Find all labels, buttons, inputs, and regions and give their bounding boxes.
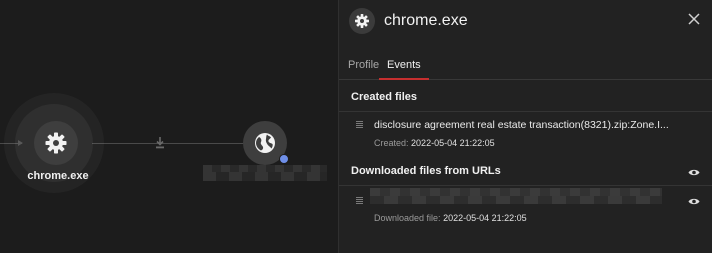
- redacted-url-label-overlay: [203, 172, 327, 181]
- panel-title: chrome.exe: [384, 12, 468, 29]
- downloaded-value: 2022-05-04 21:22:05: [443, 213, 527, 223]
- panel-header: chrome.exe: [339, 0, 712, 44]
- globe-icon: [255, 133, 275, 153]
- created-value: 2022-05-04 21:22:05: [411, 138, 495, 148]
- node-status-badge: [279, 154, 289, 164]
- download-icon: [156, 137, 164, 149]
- created-label: Created:: [374, 138, 409, 148]
- download-edge: [92, 143, 244, 144]
- section-divider: [339, 111, 712, 112]
- gear-icon: [355, 14, 369, 28]
- tab-profile[interactable]: Profile: [348, 52, 379, 78]
- gear-icon: [45, 132, 67, 154]
- created-files-heading: Created files: [351, 91, 418, 103]
- details-panel: chrome.exe Profile Events Created files …: [338, 0, 712, 253]
- chrome-node-label: chrome.exe: [27, 170, 89, 182]
- file-icon: [356, 197, 363, 205]
- panel-tabs: Profile Events: [339, 52, 712, 80]
- created-file-timestamp: Created: 2022-05-04 21:22:05: [374, 138, 495, 148]
- eye-icon[interactable]: [688, 197, 700, 206]
- close-icon[interactable]: [687, 12, 701, 26]
- file-icon: [356, 121, 363, 129]
- process-graph-canvas[interactable]: chrome.exe: [0, 0, 338, 253]
- tab-events[interactable]: Events: [379, 52, 429, 80]
- eye-icon[interactable]: [688, 168, 700, 177]
- downloaded-files-heading: Downloaded files from URLs: [351, 165, 501, 177]
- downloaded-file-timestamp: Downloaded file: 2022-05-04 21:22:05: [374, 213, 527, 223]
- redacted-url-overlay: [370, 196, 662, 204]
- chrome-process-node[interactable]: [34, 121, 78, 165]
- downloaded-label: Downloaded file:: [374, 213, 441, 223]
- created-file-name[interactable]: disclosure agreement real estate transac…: [374, 119, 670, 131]
- section-divider: [339, 185, 712, 186]
- process-icon-badge: [349, 8, 375, 34]
